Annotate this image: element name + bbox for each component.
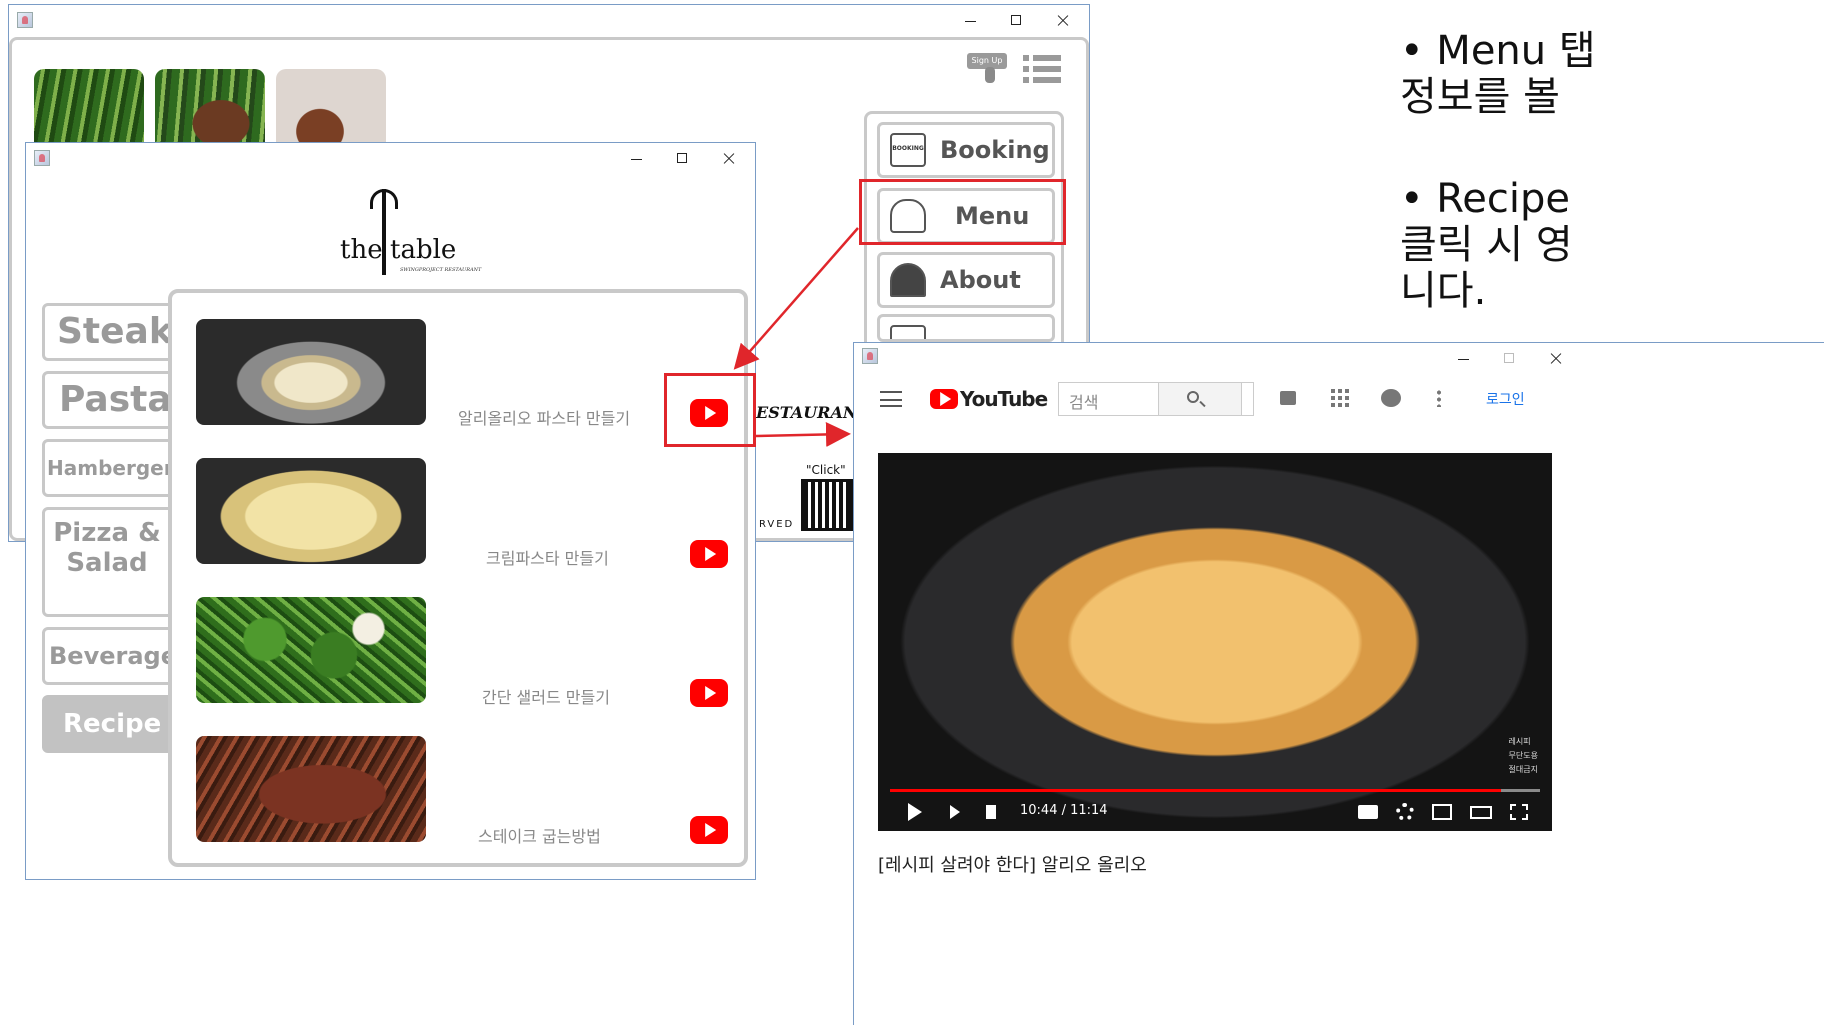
youtube-header: YouTube 검색 로그인	[854, 371, 1824, 429]
note-bullet-1-line-2: 정보를 볼	[1400, 74, 1560, 120]
youtube-brand-text: YouTube	[960, 387, 1048, 411]
minimize-button[interactable]	[1440, 343, 1486, 369]
login-link[interactable]: 로그인	[1486, 389, 1525, 409]
notes-panel: • Menu 탭 정보를 볼 • Recipe 클릭 시 영 니다.	[1400, 28, 1824, 338]
note-bullet-1-line-1: • Menu 탭	[1400, 28, 1596, 74]
fullscreen-icon[interactable]	[1510, 804, 1528, 820]
messages-icon[interactable]	[1381, 389, 1401, 407]
apps-grid-icon[interactable]	[1331, 389, 1349, 407]
youtube-logo-icon	[930, 389, 958, 409]
note-bullet-2-line-1: • Recipe	[1400, 176, 1571, 222]
maximize-button[interactable]	[1486, 343, 1532, 369]
play-button[interactable]	[908, 803, 922, 821]
video-progress-fill	[890, 789, 1501, 792]
video-player[interactable]: 레시피 무단도용 절대금지 10:44 / 11:14	[878, 453, 1552, 831]
java-app-icon	[862, 348, 878, 364]
settings-gear-icon[interactable]	[1396, 803, 1414, 821]
next-button[interactable]	[950, 805, 960, 819]
search-icon	[1187, 391, 1199, 403]
note-bullet-2-line-2: 클릭 시 영	[1400, 222, 1573, 268]
video-progress-bar[interactable]	[890, 789, 1540, 792]
hamburger-menu-icon[interactable]	[880, 391, 902, 407]
youtube-logo[interactable]: YouTube	[930, 385, 1048, 415]
upload-video-icon[interactable]	[1280, 391, 1296, 405]
more-options-icon[interactable]	[1437, 389, 1441, 407]
video-time: 10:44 / 11:14	[1020, 803, 1108, 818]
arrow-recipe-to-youtube	[755, 421, 851, 447]
subtitles-icon[interactable]	[1358, 805, 1378, 819]
arrow-menu-to-recipe	[733, 227, 859, 370]
youtube-window-titlebar	[854, 343, 1824, 369]
search-button[interactable]	[1158, 382, 1242, 416]
search-input[interactable]: 검색	[1069, 389, 1098, 413]
close-button[interactable]	[1532, 343, 1578, 369]
video-title: [레시피 살려야 한다] 알리오 올리오	[878, 855, 1147, 876]
youtube-window: YouTube 검색 로그인 레시피 무단도용 절대금지 10:44 / 11:…	[853, 342, 1824, 1025]
video-watermark: 레시피 무단도용 절대금지	[1508, 737, 1538, 774]
theater-mode-icon[interactable]	[1470, 806, 1492, 819]
volume-icon[interactable]	[986, 805, 996, 819]
miniplayer-icon[interactable]	[1432, 804, 1452, 820]
note-bullet-2-line-3: 니다.	[1400, 268, 1487, 314]
